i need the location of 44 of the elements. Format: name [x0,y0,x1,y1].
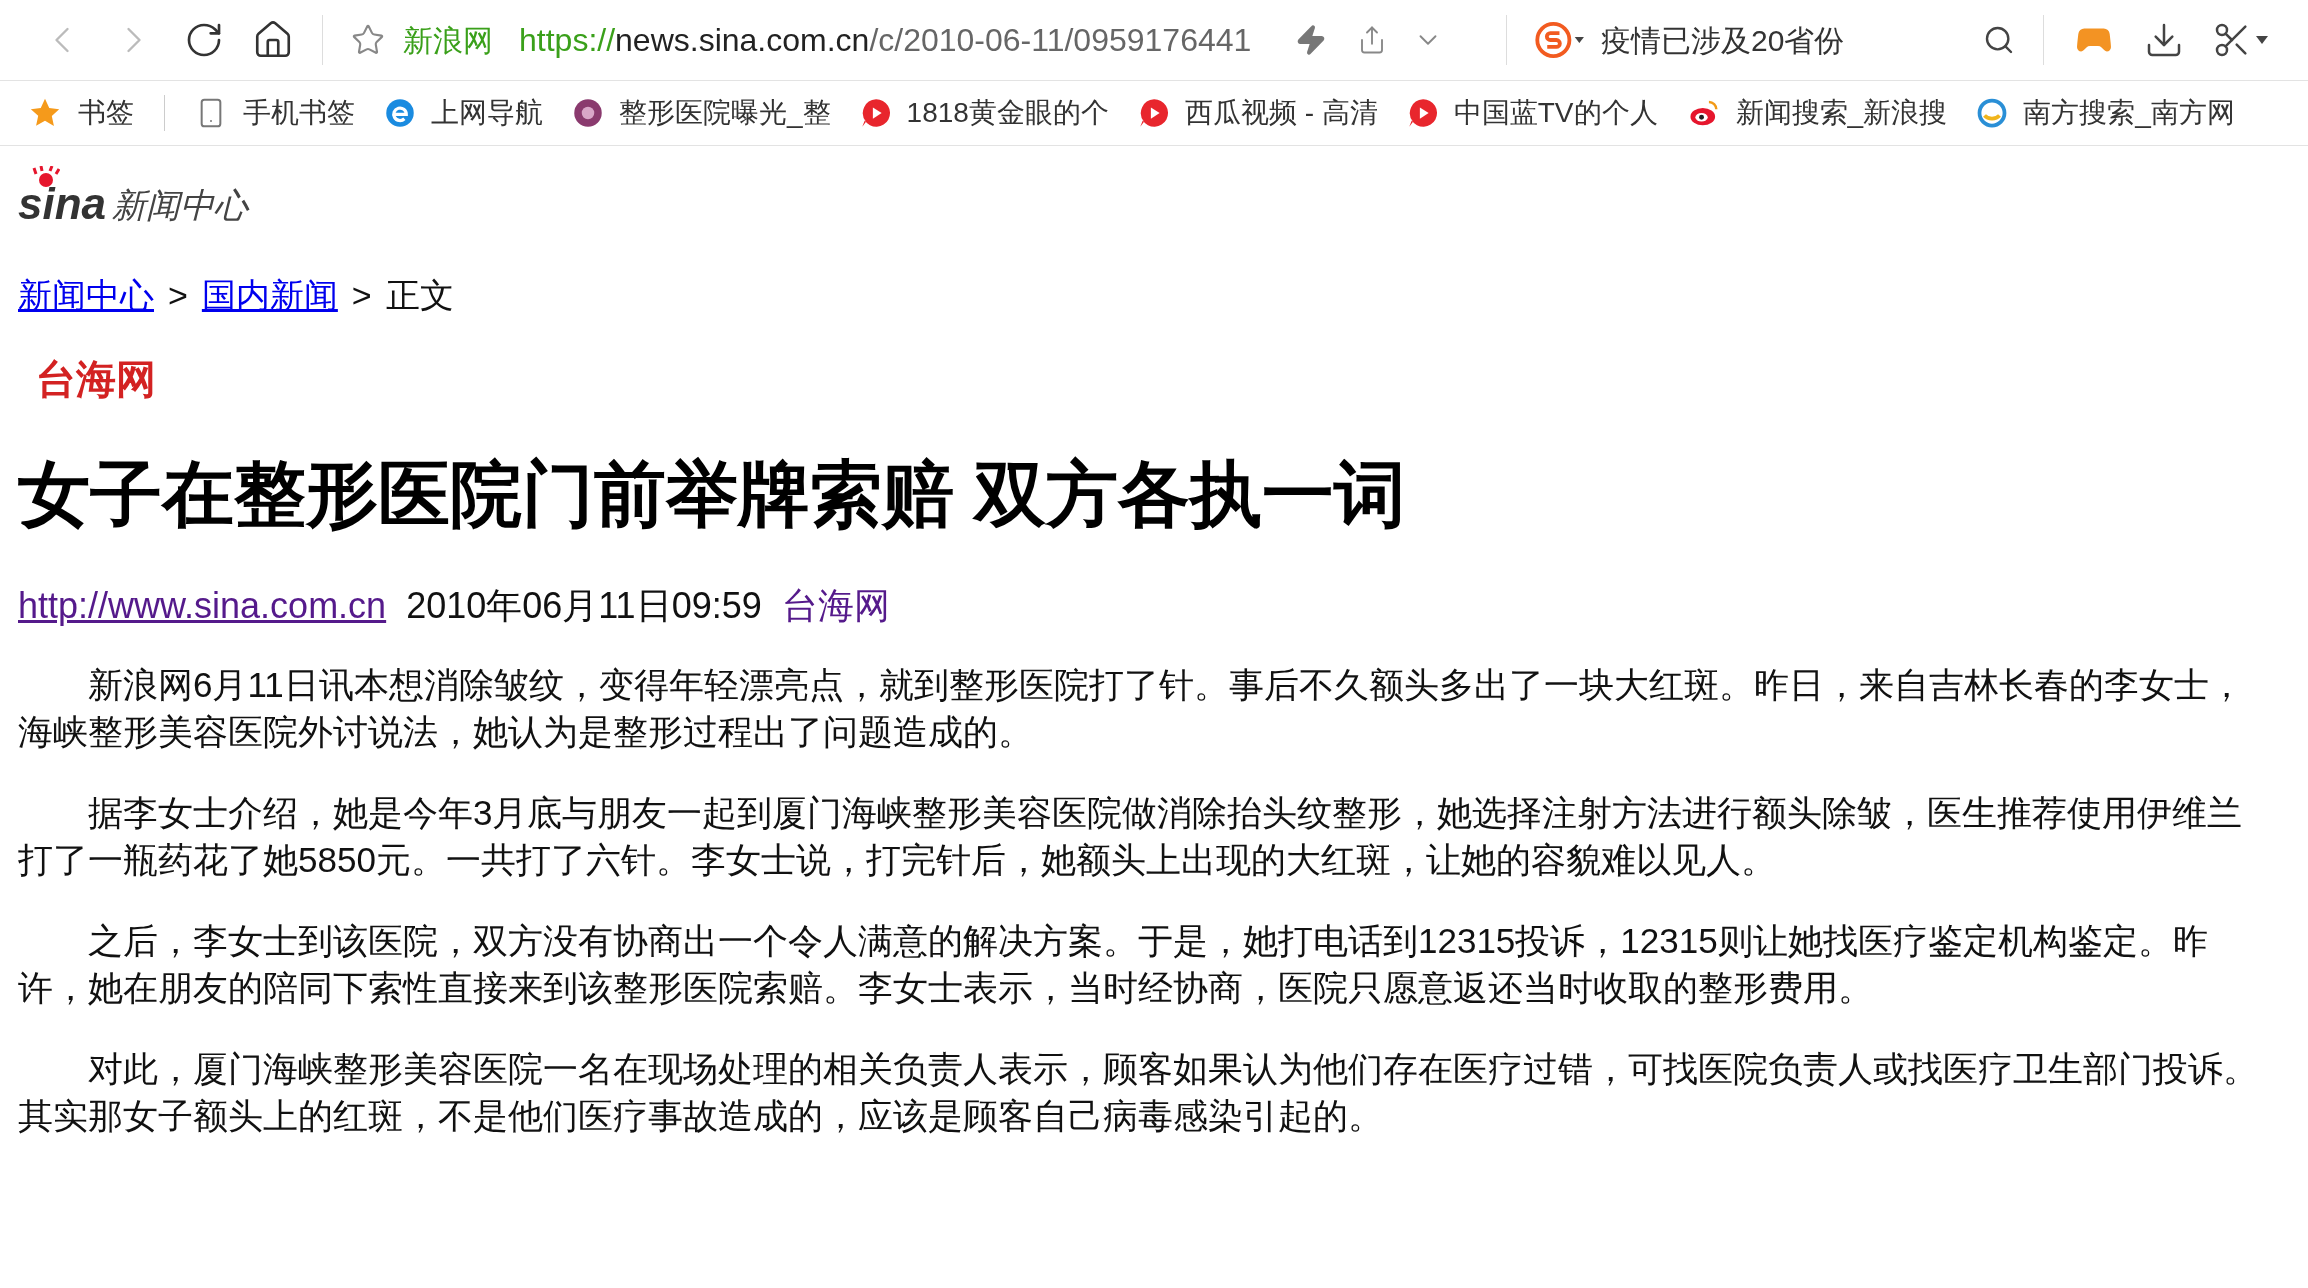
bookmark-item[interactable]: 上网导航 [385,92,543,134]
globe-e-icon [385,98,415,128]
eye-icon [1687,98,1720,128]
bookmark-item[interactable]: 中国蓝TV的个人 [1407,92,1658,134]
star-icon[interactable] [351,23,385,57]
search-text: 疫情已涉及20省份 [1601,22,1846,59]
bookmark-item[interactable]: 手机书签 [195,92,355,134]
source-url-link[interactable]: http://www.sina.com.cn [18,579,387,633]
headline: 女子在整形医院门前举牌索赔 双方各执一词 [18,453,1407,536]
paragraph-line: 打了一瓶药花了她5850元。一共打了六针。李女士说，打完针后，她额头上出现的大红斑，让她的容貌难以见人。 [18,839,1776,881]
search-box[interactable]: 疫情已涉及20省份 [1535,10,2015,70]
sina-logo: sina 新闻中心 [18,160,2290,226]
source-logo: 台海网 [36,354,156,404]
url-text: https://news.sina.com.cn/c/2010-06-11/0959176441 [519,21,1252,60]
bookmark-item[interactable]: 新闻搜索_新浪搜 [1687,92,1948,134]
paragraph-line: 许，她在朋友的陪同下索性直接来到该整形医院索赔。李女士表示，当时经协商，医院只愿意返还当时收取的整形费用。 [18,967,1873,1009]
publish-date: 2010年06月11日09:59 [406,584,762,628]
bookmark-item[interactable]: 整形医院曝光_整 [573,92,831,134]
source-link[interactable]: 台海网 [781,579,890,633]
play-icon [860,98,891,128]
address-bar[interactable]: 新浪网 https://news.sina.com.cn/c/2010-06-11/0959176441 [351,10,1478,70]
search-engine-logo-icon [1535,21,1587,59]
swirl-icon [1977,98,2008,128]
breadcrumb-link[interactable]: 国内新闻 [201,270,338,321]
paragraph-line: 对此，厦门海峡整形美容医院一名在现场处理的相关负责人表示，顾客如果认为他们存在医疗过错，可找医院负责人或找医疗卫生部门投诉。 [88,1048,2258,1090]
play-icon [1138,98,1169,128]
site-name: 新浪网 [403,22,493,59]
search-icon[interactable] [1983,24,2015,56]
bookmark-item[interactable]: 1818黄金眼的个 [860,92,1109,134]
paragraph-line: 海峡整形美容医院外讨说法，她认为是整形过程出了问题造成的。 [18,711,1033,753]
flower-icon [573,98,603,128]
breadcrumb-current: 正文 [385,275,454,316]
paragraph-line: 之后，李女士到该医院，双方没有协商出一个令人满意的解决方案。于是，她打电话到12315投诉，12315则让她找医疗鉴定机构鉴定。昨 [88,920,2208,962]
bookmark-item[interactable]: 书签 [28,92,134,134]
bookmark-item[interactable]: 西瓜视频 - 高清 [1138,92,1378,134]
caret-icon [2256,36,2268,44]
breadcrumb-separator: > [168,275,188,316]
breadcrumb-separator: > [351,275,372,316]
play-icon [1407,98,1438,128]
paragraph-line: 其实那女子额头上的红斑，不是他们医疗事故造成的，应该是顾客自己病毒感染引起的。 [18,1095,1383,1137]
paragraph-line: 据李女士介绍，她是今年3月底与朋友一起到厦门海峡整形美容医院做消除抬头纹整形，她选择注射方法进行额头除皱，医生推荐使用伊维兰 [88,792,2243,834]
breadcrumb-link[interactable]: 新闻中心 [18,270,154,321]
bookmark-item[interactable]: 南方搜索_南方网 [1977,92,2235,134]
paragraph-line: 新浪网6月11日讯本想消除皱纹，变得年轻漂亮点，就到整形医院打了针。事后不久额头多出了一块大红斑。昨日，来自吉林长春的李女士， [88,664,2244,706]
